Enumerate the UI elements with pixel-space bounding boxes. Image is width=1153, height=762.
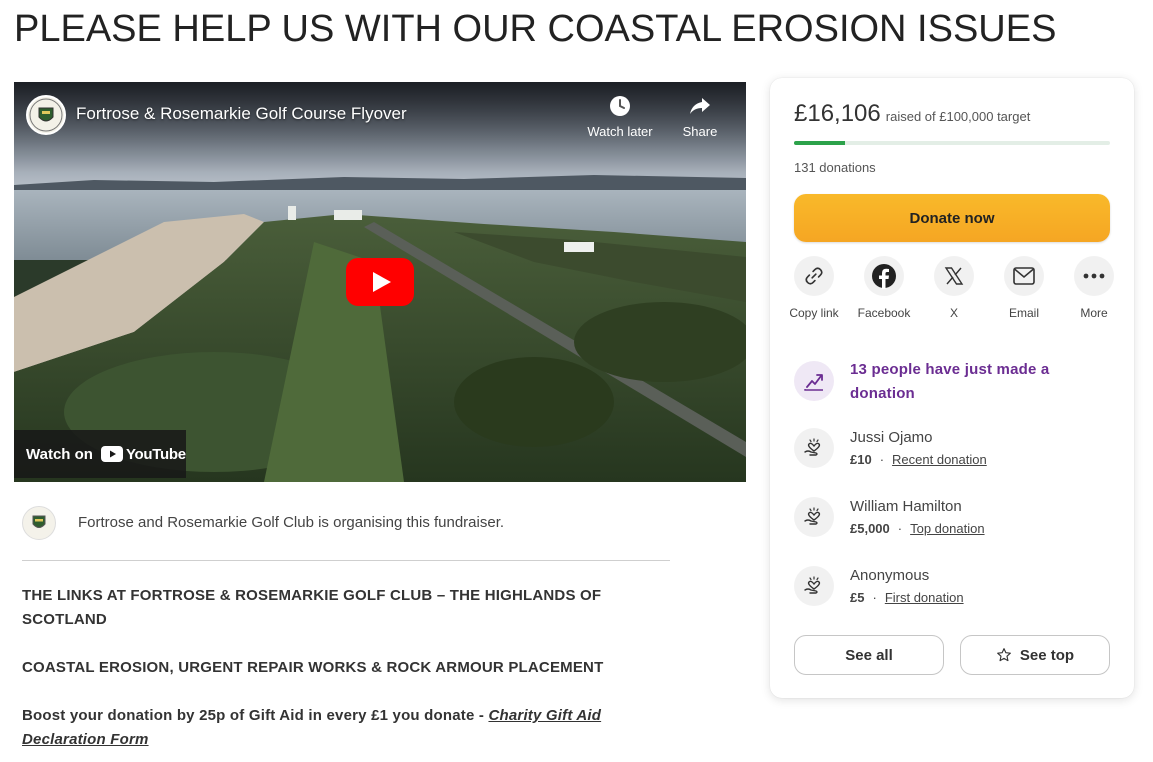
youtube-label: YouTube <box>125 445 186 463</box>
share-video-label: Share <box>682 124 718 139</box>
see-all-button[interactable]: See all <box>794 635 944 675</box>
channel-logo[interactable] <box>26 95 66 135</box>
organiser-avatar[interactable] <box>22 506 56 540</box>
share-copy-link[interactable]: Copy link <box>784 256 844 321</box>
donor-item: William Hamilton £5,000 · Top donation <box>794 497 1104 537</box>
donor-name: Jussi Ojamo <box>850 429 933 446</box>
organiser-row: Fortrose and Rosemarkie Golf Club is org… <box>22 505 670 561</box>
watch-later-label: Watch later <box>587 124 653 139</box>
heart-hand-icon <box>804 507 821 525</box>
email-icon <box>1013 267 1035 285</box>
video-player[interactable]: Fortrose & Rosemarkie Golf Course Flyove… <box>14 82 746 482</box>
progress-fill <box>794 141 845 145</box>
gift-aid-paragraph: Boost your donation by 25p of Gift Aid i… <box>22 704 642 752</box>
crest-icon <box>29 98 63 132</box>
donation-card: £16,106 raised of £100,000 target 131 do… <box>770 78 1134 698</box>
share-label: More <box>1080 306 1108 320</box>
share-label: Email <box>1008 306 1039 320</box>
facebook-icon <box>872 264 896 289</box>
donor-name: William Hamilton <box>850 498 962 515</box>
see-top-button[interactable]: See top <box>960 635 1110 675</box>
more-icon <box>1083 273 1105 279</box>
youtube-logo: YouTube <box>100 445 186 463</box>
donor-type[interactable]: Recent donation <box>892 452 987 467</box>
donor-item: Jussi Ojamo £10 · Recent donation <box>794 428 1104 468</box>
donations-count: 131 donations <box>794 160 876 175</box>
watch-on-youtube-link[interactable]: Watch on YouTube <box>14 430 186 478</box>
share-x[interactable]: X <box>924 256 984 321</box>
donor-amount: £10 <box>850 452 872 467</box>
clock-icon <box>610 96 630 116</box>
crest-icon <box>32 515 46 528</box>
share-video-button[interactable]: Share <box>660 94 740 139</box>
raised-summary: £16,106 raised of £100,000 target <box>794 100 1030 128</box>
share-more[interactable]: More <box>1064 256 1124 321</box>
donor-amount: £5 <box>850 590 865 605</box>
share-label: X <box>949 306 958 320</box>
donate-now-button[interactable]: Donate now <box>794 194 1110 242</box>
youtube-icon <box>100 446 123 462</box>
activity-text: 13 people have just made a donation <box>850 361 1050 402</box>
raised-amount: £16,106 <box>794 100 881 127</box>
organiser-text: Fortrose and Rosemarkie Golf Club is org… <box>78 514 505 531</box>
x-icon <box>944 267 964 285</box>
link-icon <box>805 267 823 285</box>
share-label: Facebook <box>857 306 911 320</box>
see-all-label: See all <box>845 646 893 664</box>
description-heading-2: COASTAL EROSION, URGENT REPAIR WORKS & R… <box>22 659 604 676</box>
see-top-label: See top <box>1019 646 1075 664</box>
watch-on-label: Watch on <box>26 445 93 463</box>
video-title[interactable]: Fortrose & Rosemarkie Golf Course Flyove… <box>76 104 407 124</box>
share-facebook[interactable]: Facebook <box>854 256 914 321</box>
progress-bar <box>794 141 1110 145</box>
watch-later-button[interactable]: Watch later <box>580 94 660 139</box>
share-row: Copy link Facebook X Email More <box>784 256 1124 321</box>
donor-type[interactable]: First donation <box>885 590 964 605</box>
share-label: Copy link <box>789 306 839 320</box>
gift-aid-text: Boost your donation by 25p of Gift Aid i… <box>22 707 489 724</box>
donor-amount: £5,000 <box>850 521 890 536</box>
play-button[interactable] <box>346 258 414 306</box>
raised-target: raised of £100,000 target <box>885 109 1031 124</box>
recent-activity: 13 people have just made a donation <box>794 358 1104 406</box>
share-email[interactable]: Email <box>994 256 1054 321</box>
page-title: PLEASE HELP US WITH OUR COASTAL EROSION … <box>14 8 1057 50</box>
heart-hand-icon <box>804 438 821 456</box>
trending-up-icon <box>804 374 823 391</box>
star-icon <box>997 648 1011 662</box>
heart-hand-icon <box>804 576 821 594</box>
description-heading-1: THE LINKS AT FORTROSE & ROSEMARKIE GOLF … <box>22 587 602 628</box>
donor-item: Anonymous £5 · First donation <box>794 566 1104 606</box>
donor-name: Anonymous <box>850 567 930 584</box>
donor-type[interactable]: Top donation <box>910 521 984 536</box>
share-arrow-icon <box>690 98 710 114</box>
